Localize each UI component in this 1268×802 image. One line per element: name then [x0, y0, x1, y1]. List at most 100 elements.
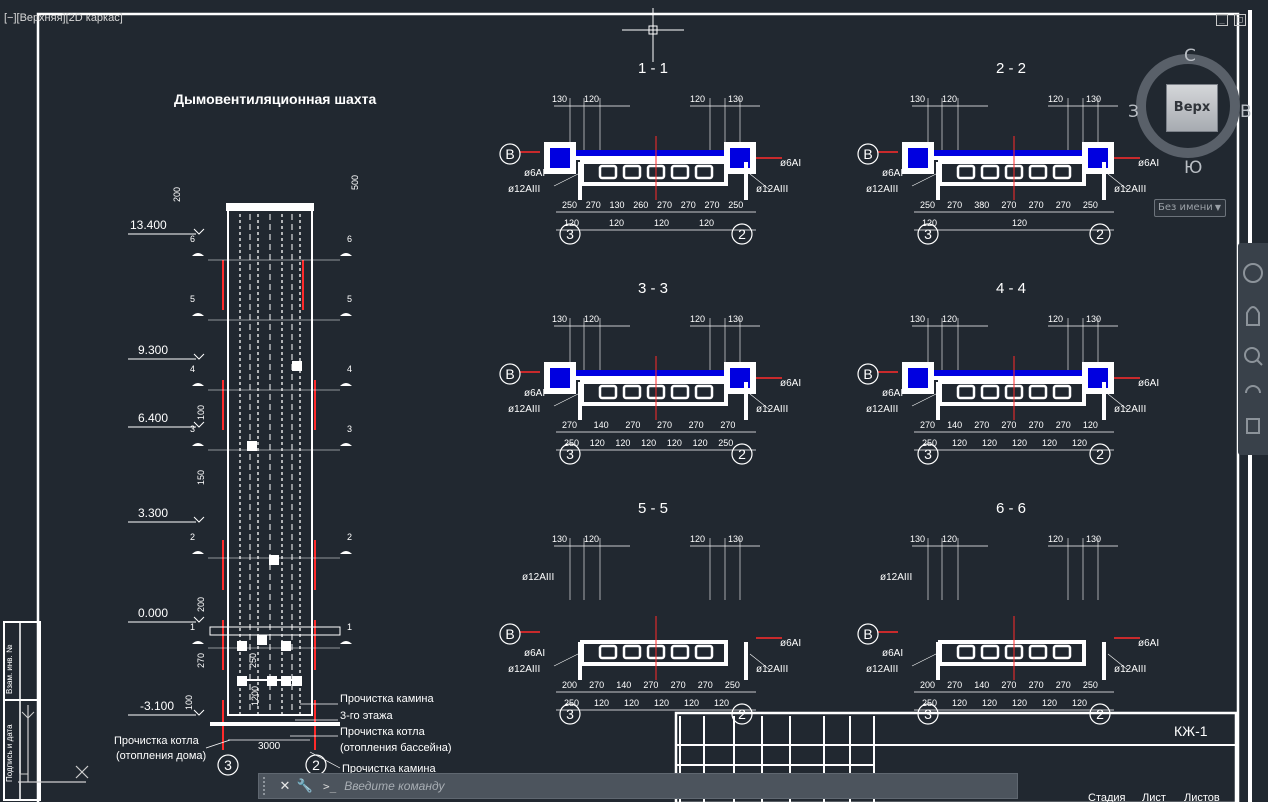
- rebar-label: ø12AIII: [756, 184, 788, 195]
- close-icon[interactable]: ✕: [275, 779, 295, 794]
- rebar-label: ø6AI: [524, 168, 545, 179]
- beam-edge: [934, 376, 1082, 380]
- dimension-text: 120: [952, 698, 967, 708]
- viewcube-east[interactable]: В: [1240, 102, 1252, 122]
- vertical-dimension: 100: [184, 695, 194, 710]
- dimension-text: 120: [1042, 438, 1057, 448]
- flue-channel: [980, 384, 1000, 400]
- section-title: 1 - 1: [638, 60, 668, 77]
- minimize-icon[interactable]: _: [1216, 14, 1228, 26]
- maximize-icon[interactable]: □: [1234, 14, 1246, 26]
- dimension-text: 130: [1086, 534, 1101, 544]
- ucs-origin: [19, 773, 29, 783]
- dimension-text: 120: [699, 218, 714, 228]
- dimension-text: 270: [671, 680, 686, 690]
- flue-channel: [956, 384, 976, 400]
- leader-line: [553, 171, 583, 187]
- orbit-icon[interactable]: [1245, 385, 1261, 394]
- floor-number: 5: [190, 294, 195, 304]
- floor-number: 6: [190, 234, 195, 244]
- dimension-text: 270: [643, 680, 658, 690]
- beam-edge: [576, 376, 724, 380]
- dimension-text: 380: [974, 200, 989, 210]
- level-triangle: [193, 228, 205, 235]
- axis-label: 3: [224, 757, 232, 773]
- beam-band: [576, 370, 724, 376]
- dimension-text: 140: [947, 420, 962, 430]
- flue-channel: [670, 384, 690, 400]
- rebar-label: ø12AIII: [1114, 184, 1146, 195]
- level-triangle: [193, 353, 205, 360]
- ucs-dropdown[interactable]: Без имени ▼: [1154, 199, 1226, 217]
- rebar-label: ø6AI: [780, 158, 801, 169]
- dimension-text: 120: [690, 94, 705, 104]
- rebar-label: ø12AIII: [756, 664, 788, 675]
- zoom-icon[interactable]: [1244, 347, 1260, 363]
- command-line[interactable]: ✕ 🔧 >_: [258, 773, 1018, 799]
- wrench-icon[interactable]: 🔧: [295, 779, 315, 794]
- dimension-text: 130: [1086, 314, 1101, 324]
- dimension-text: 120: [1048, 534, 1063, 544]
- viewcube-north[interactable]: С: [1184, 46, 1196, 66]
- showmotion-icon[interactable]: [1246, 418, 1260, 434]
- rebar-label: ø12AIII: [756, 404, 788, 415]
- dimension-text: 270: [689, 420, 704, 430]
- dimension-text: 270: [657, 420, 672, 430]
- axis-label: 2: [312, 757, 320, 773]
- dimension-text: 120: [693, 438, 708, 448]
- dimension-text: 250: [725, 680, 740, 690]
- dimension-text: 120: [714, 698, 729, 708]
- dimension-text: 120: [1042, 698, 1057, 708]
- dimension-text: 120: [1012, 218, 1027, 228]
- leader-line: [911, 391, 941, 407]
- command-line-grip[interactable]: [263, 777, 271, 795]
- rebar-label: ø6AI: [882, 648, 903, 659]
- viewcube[interactable]: Верх С Ю З В: [1128, 46, 1252, 178]
- rebar-label: ø6AI: [524, 388, 545, 399]
- cleanout-note: Прочистка котла: [114, 735, 200, 747]
- cleanout-opening: [292, 361, 302, 371]
- leader-line: [205, 739, 231, 749]
- level-mark: 3.300: [138, 506, 168, 520]
- dimension-text: 270: [947, 680, 962, 690]
- navigation-bar[interactable]: [1238, 243, 1268, 455]
- viewcube-south[interactable]: Ю: [1184, 158, 1202, 178]
- rebar-label: ø6AI: [882, 388, 903, 399]
- slab-section: [209, 626, 341, 636]
- vertical-dimension: 150: [196, 470, 206, 485]
- floor-marker: [192, 641, 204, 644]
- steering-wheel-icon[interactable]: [1243, 263, 1263, 283]
- dimension-text: 120: [584, 534, 599, 544]
- viewcube-west[interactable]: З: [1128, 102, 1139, 122]
- floor-number: 2: [190, 532, 195, 542]
- drawing-canvas[interactable]: Дымовентиляционная шахта 13.400 9.300 6.400…: [0, 0, 1268, 802]
- viewcube-face-top[interactable]: Верх: [1166, 84, 1218, 132]
- dimension-text: 130: [910, 314, 925, 324]
- dimension-text: 130: [552, 534, 567, 544]
- floor-marker: [192, 313, 204, 316]
- dimension-text: 270: [974, 420, 989, 430]
- pan-hand-icon[interactable]: [1246, 306, 1260, 326]
- dimension-text: 130: [552, 94, 567, 104]
- vertical-dimension: 200: [172, 187, 182, 202]
- stage-label: Лист: [1142, 792, 1166, 802]
- floor-marker: [340, 383, 352, 386]
- axis-label: В: [863, 146, 872, 162]
- floor-number: 6: [347, 234, 352, 244]
- command-input[interactable]: [342, 778, 1009, 794]
- dimension-text: 120: [942, 534, 957, 544]
- flue-channel: [1028, 164, 1048, 180]
- vertical-dimension: 500: [350, 175, 360, 190]
- flue-channel: [598, 164, 618, 180]
- dimension-text: 270: [1029, 420, 1044, 430]
- shaft-cap: [226, 203, 314, 211]
- dimension-text: 270: [1056, 200, 1071, 210]
- viewport-label[interactable]: [−][Верхняя][2D каркас]: [4, 12, 123, 24]
- dimension-text: 120: [641, 438, 656, 448]
- cleanout-opening: [257, 635, 267, 645]
- flue-channel: [1028, 644, 1048, 660]
- vertical-dimension: 200: [196, 597, 206, 612]
- dimension-text: 120: [615, 438, 630, 448]
- axis-label: В: [863, 626, 872, 642]
- rebar-label: ø6AI: [780, 638, 801, 649]
